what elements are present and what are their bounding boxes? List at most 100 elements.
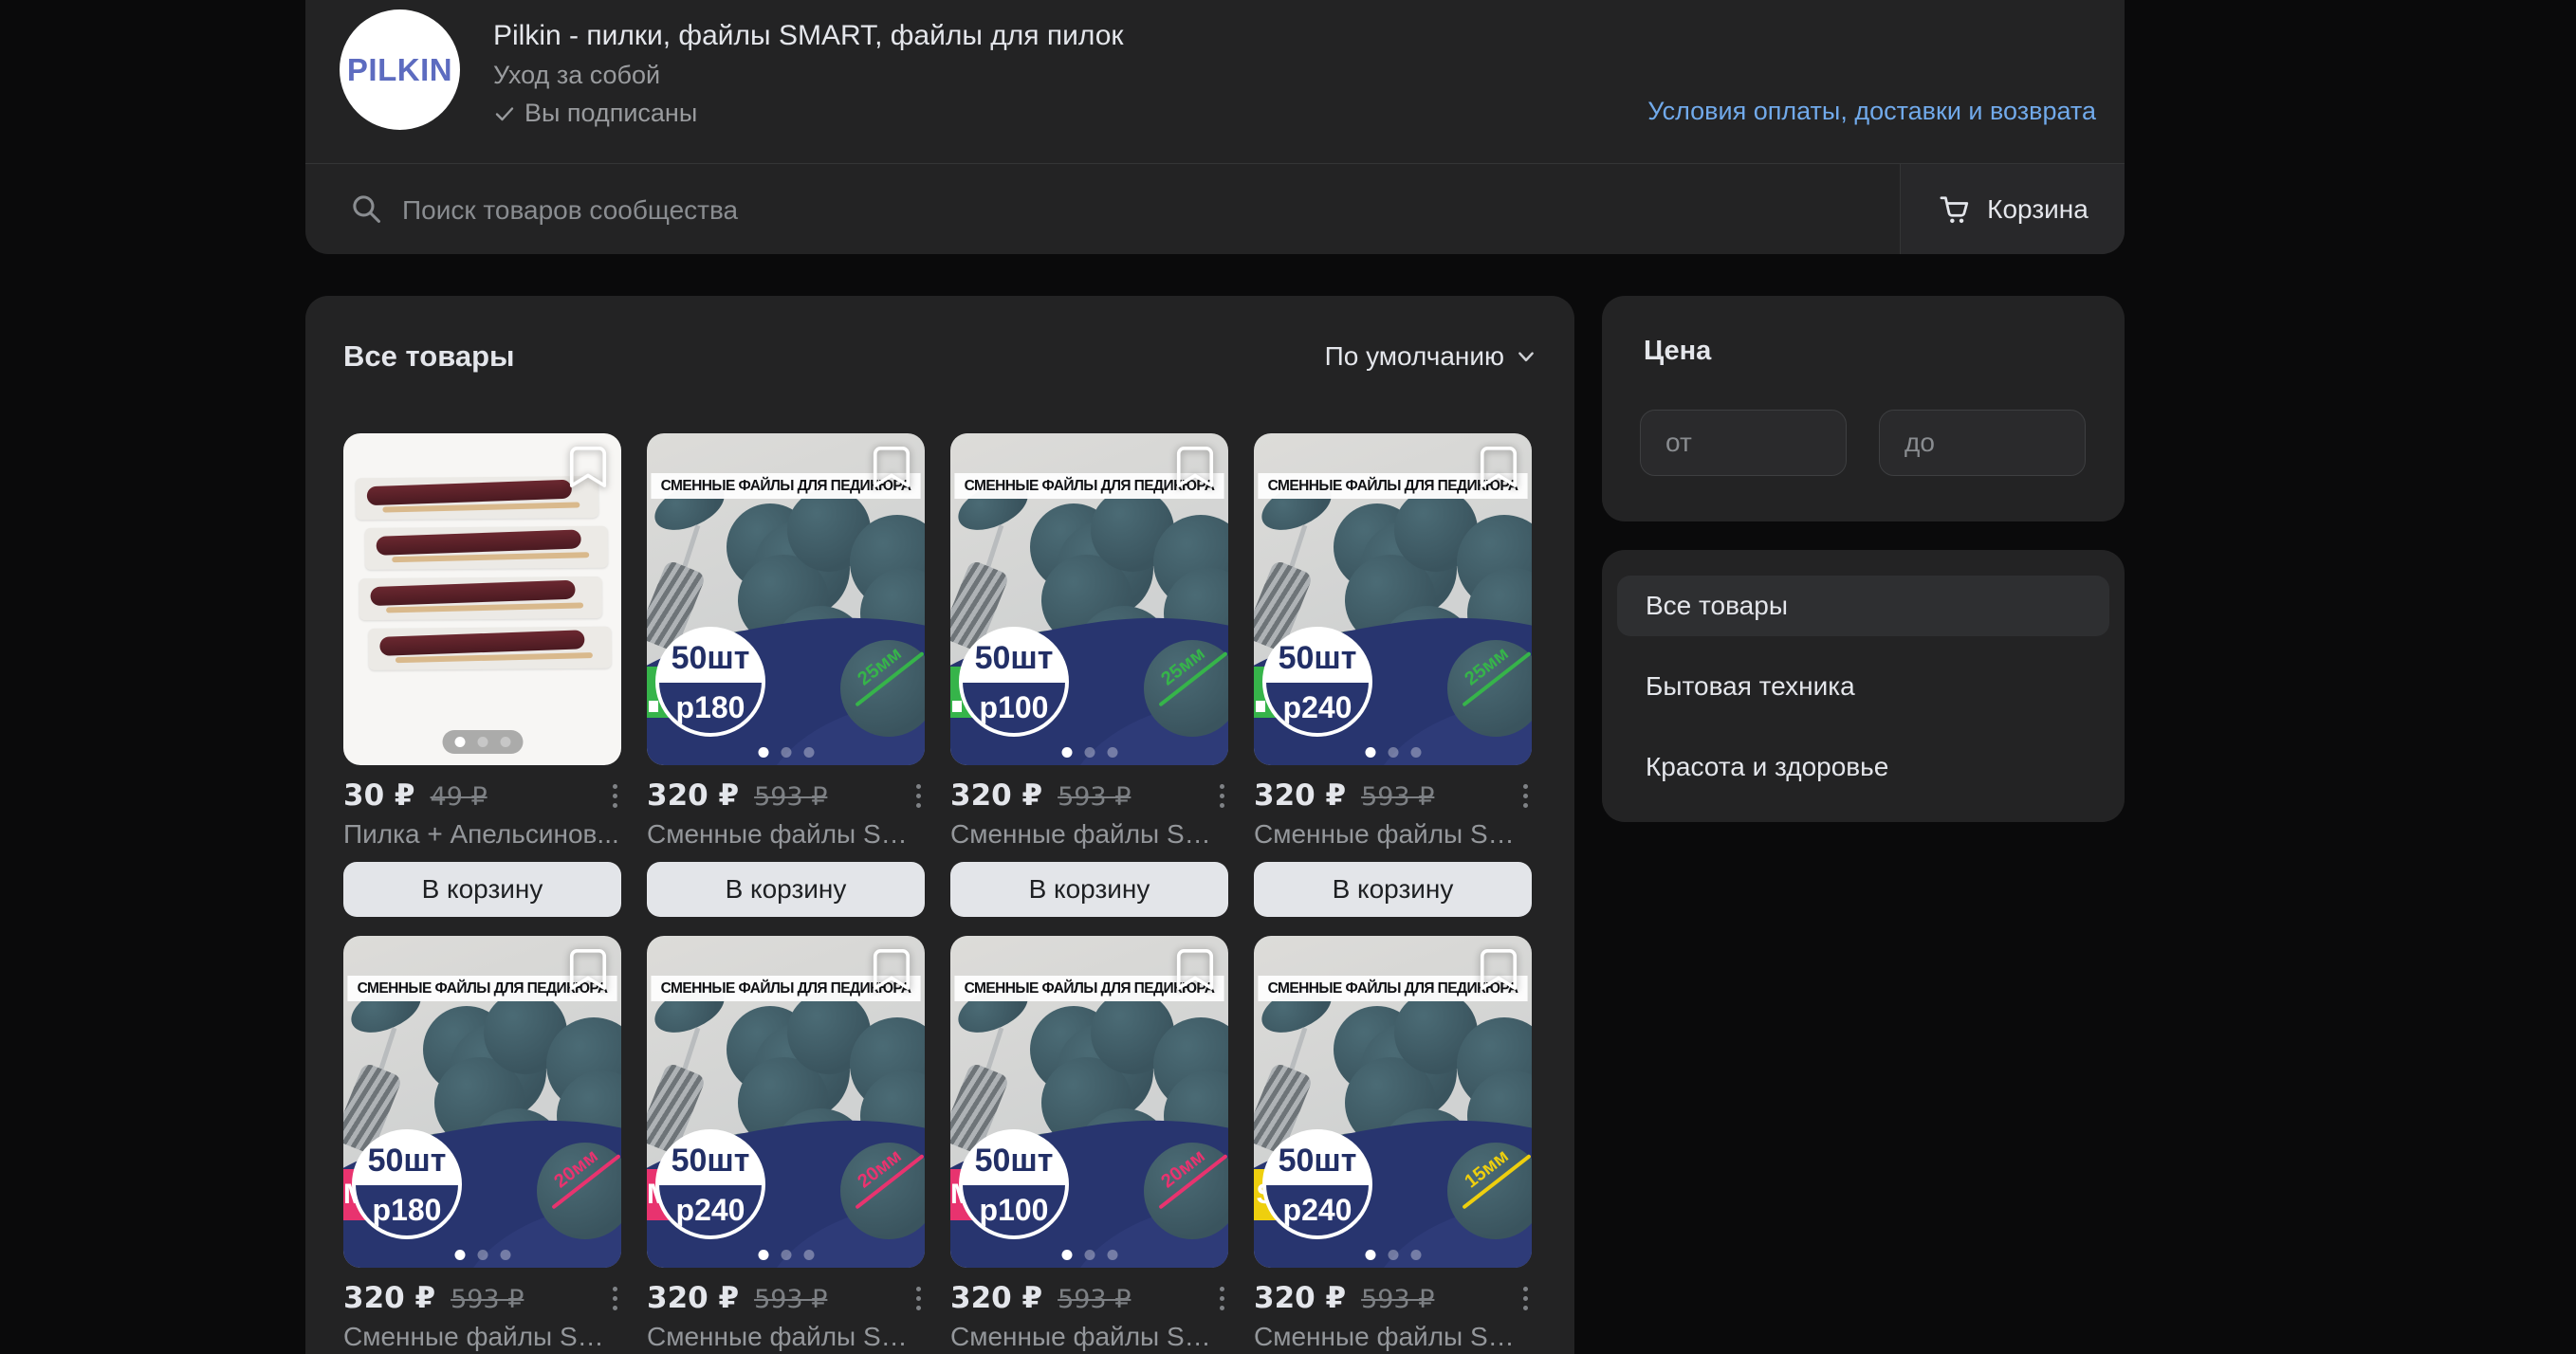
- carousel-dots[interactable]: [1365, 1250, 1421, 1260]
- bookmark-icon[interactable]: [1173, 945, 1217, 993]
- product-title[interactable]: Сменные файлы Sm...: [950, 818, 1228, 851]
- product-card: СМЕННЫЕ ФАЙЛЫ ДЛЯ ПЕДИКЮРА 50шт р180 25м…: [647, 433, 925, 917]
- chevron-down-icon: [1516, 346, 1536, 367]
- product-card: 30 ₽ 49 ₽ Пилка + Апельсинов... В корзин…: [343, 433, 621, 917]
- product-image[interactable]: СМЕННЫЕ ФАЙЛЫ ДЛЯ ПЕДИКЮРА 50шт р240 25м…: [1254, 433, 1532, 765]
- price-to-input[interactable]: [1879, 410, 2086, 476]
- product-old-price: 49 ₽: [431, 782, 488, 812]
- community-avatar[interactable]: PILKIN: [340, 9, 460, 130]
- grit-label: р180: [356, 1185, 458, 1235]
- qty-badge: 50шт р240: [1262, 627, 1372, 737]
- product-image[interactable]: СМЕННЫЕ ФАЙЛЫ ДЛЯ ПЕДИКЮРА 50шт р240 М 2…: [647, 936, 925, 1268]
- product-image[interactable]: [343, 433, 621, 765]
- carousel-dots[interactable]: [1365, 747, 1421, 758]
- cart-label: Корзина: [1987, 194, 2088, 225]
- price-filter-title: Цена: [1644, 336, 1711, 367]
- product-card: СМЕННЫЕ ФАЙЛЫ ДЛЯ ПЕДИКЮРА 50шт р240 25м…: [1254, 433, 1532, 917]
- bookmark-icon[interactable]: [1173, 443, 1217, 490]
- carousel-dots[interactable]: [454, 1250, 510, 1260]
- search-input[interactable]: [400, 164, 1865, 256]
- community-info: Pilkin - пилки, файлы SMART, файлы для п…: [493, 18, 1124, 129]
- product-card: СМЕННЫЕ ФАЙЛЫ ДЛЯ ПЕДИКЮРА 50шт р180 М 2…: [343, 936, 621, 1354]
- product-old-price: 593 ₽: [754, 1285, 827, 1314]
- sort-dropdown[interactable]: По умолчанию: [1325, 341, 1536, 372]
- bookmark-icon[interactable]: [566, 945, 610, 993]
- qty-badge: 50шт р180: [352, 1129, 462, 1239]
- qty-label: 50шт: [659, 1143, 762, 1180]
- product-price: 320 ₽: [647, 1281, 739, 1315]
- product-old-price: 593 ₽: [451, 1285, 524, 1314]
- bookmark-icon[interactable]: [870, 945, 913, 993]
- product-title[interactable]: Сменные файлы Sm...: [1254, 1321, 1532, 1353]
- carousel-dots[interactable]: [1061, 747, 1117, 758]
- bookmark-icon[interactable]: [1477, 945, 1520, 993]
- bookmark-icon[interactable]: [1477, 443, 1520, 490]
- product-image[interactable]: СМЕННЫЕ ФАЙЛЫ ДЛЯ ПЕДИКЮРА 50шт р100 М 2…: [950, 936, 1228, 1268]
- product-title[interactable]: Сменные файлы Sm...: [647, 818, 925, 851]
- subscribed-status: Вы подписаны: [493, 98, 1124, 129]
- product-price: 320 ₽: [1254, 1281, 1346, 1315]
- price-filter-card: Цена: [1602, 296, 2125, 521]
- more-options-icon[interactable]: [914, 1285, 923, 1312]
- price-row: 320 ₽ 593 ₽: [343, 1281, 621, 1315]
- carousel-dots[interactable]: [758, 747, 814, 758]
- product-old-price: 593 ₽: [1058, 1285, 1131, 1314]
- qty-badge: 50шт р240: [655, 1129, 765, 1239]
- sidebar-category-all[interactable]: Все товары: [1617, 576, 2109, 636]
- carousel-dots[interactable]: [758, 1250, 814, 1260]
- nail-files-photo: [355, 472, 610, 684]
- grit-label: р240: [1266, 683, 1369, 733]
- more-options-icon[interactable]: [1218, 1285, 1226, 1312]
- price-from-input[interactable]: [1640, 410, 1847, 476]
- product-image[interactable]: СМЕННЫЕ ФАЙЛЫ ДЛЯ ПЕДИКЮРА 50шт р240 S 1…: [1254, 936, 1532, 1268]
- product-image[interactable]: СМЕННЫЕ ФАЙЛЫ ДЛЯ ПЕДИКЮРА 50шт р100 25м…: [950, 433, 1228, 765]
- drill-stem: [682, 524, 701, 569]
- sidebar-category-appliances[interactable]: Бытовая техника: [1617, 656, 2109, 717]
- drill-stem: [1289, 1027, 1308, 1071]
- product-card: СМЕННЫЕ ФАЙЛЫ ДЛЯ ПЕДИКЮРА 50шт р240 М 2…: [647, 936, 925, 1354]
- qty-label: 50шт: [1266, 640, 1369, 677]
- product-title[interactable]: Сменные файлы Sm...: [343, 1321, 621, 1353]
- community-title: Pilkin - пилки, файлы SMART, файлы для п…: [493, 18, 1124, 54]
- bookmark-icon[interactable]: [870, 443, 913, 490]
- add-to-cart-button[interactable]: В корзину: [1254, 862, 1532, 917]
- product-image[interactable]: СМЕННЫЕ ФАЙЛЫ ДЛЯ ПЕДИКЮРА 50шт р180 25м…: [647, 433, 925, 765]
- product-old-price: 593 ₽: [754, 782, 827, 812]
- more-options-icon[interactable]: [611, 1285, 619, 1312]
- qty-label: 50шт: [356, 1143, 458, 1180]
- sidebar-category-beauty[interactable]: Красота и здоровье: [1617, 737, 2109, 797]
- more-options-icon[interactable]: [914, 782, 923, 810]
- add-to-cart-button[interactable]: В корзину: [647, 862, 925, 917]
- product-image[interactable]: СМЕННЫЕ ФАЙЛЫ ДЛЯ ПЕДИКЮРА 50шт р180 М 2…: [343, 936, 621, 1268]
- add-to-cart-button[interactable]: В корзину: [343, 862, 621, 917]
- grit-label: р240: [659, 1185, 762, 1235]
- qty-label: 50шт: [963, 1143, 1065, 1180]
- drill-stem: [985, 1027, 1004, 1071]
- product-old-price: 593 ₽: [1361, 782, 1434, 812]
- grit-label: р240: [1266, 1185, 1369, 1235]
- more-options-icon[interactable]: [1521, 1285, 1530, 1312]
- price-row: 320 ₽ 593 ₽: [950, 1281, 1228, 1315]
- more-options-icon[interactable]: [1218, 782, 1226, 810]
- qty-badge: 50шт р180: [655, 627, 765, 737]
- cart-icon: [1937, 192, 1972, 227]
- product-title[interactable]: Сменные файлы Sm...: [1254, 818, 1532, 851]
- product-grid: 30 ₽ 49 ₽ Пилка + Апельсинов... В корзин…: [343, 433, 1532, 1354]
- check-icon: [493, 102, 516, 125]
- sort-label: По умолчанию: [1325, 341, 1504, 372]
- cart-button[interactable]: Корзина: [1900, 164, 2125, 254]
- add-to-cart-button[interactable]: В корзину: [950, 862, 1228, 917]
- product-title[interactable]: Сменные файлы Sm...: [950, 1321, 1228, 1353]
- product-title[interactable]: Сменные файлы Sm...: [647, 1321, 925, 1353]
- carousel-dots[interactable]: [442, 730, 523, 754]
- more-options-icon[interactable]: [1521, 782, 1530, 810]
- carousel-dots[interactable]: [1061, 1250, 1117, 1260]
- product-price: 320 ₽: [647, 778, 739, 813]
- price-row: 30 ₽ 49 ₽: [343, 778, 621, 813]
- product-price: 320 ₽: [950, 778, 1042, 813]
- price-row: 320 ₽ 593 ₽: [647, 778, 925, 813]
- bookmark-icon[interactable]: [566, 443, 610, 490]
- product-title[interactable]: Пилка + Апельсинов...: [343, 818, 621, 851]
- terms-link[interactable]: Условия оплаты, доставки и возврата: [1647, 97, 2096, 126]
- more-options-icon[interactable]: [611, 782, 619, 810]
